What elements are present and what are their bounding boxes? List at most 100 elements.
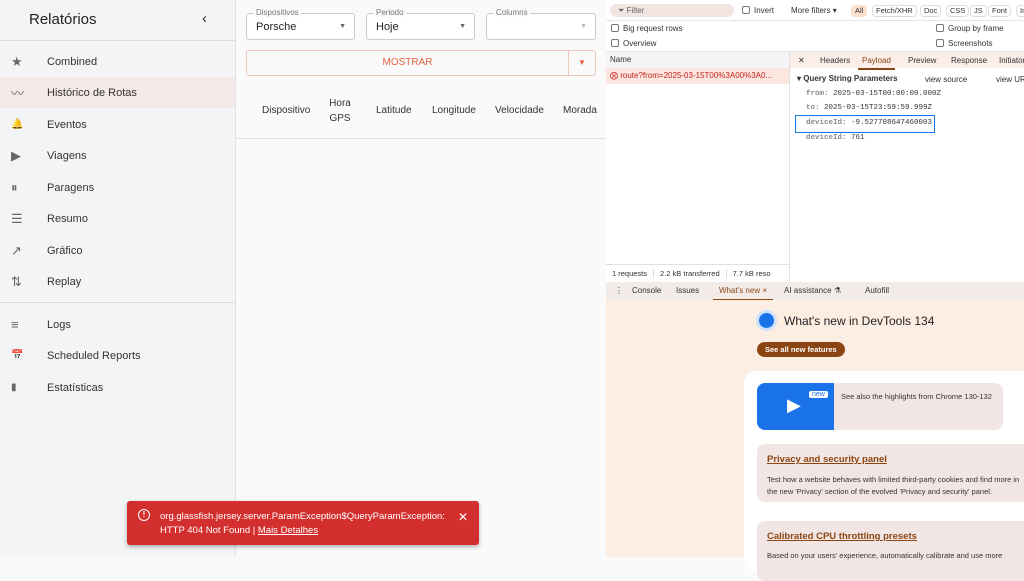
divider [0,302,236,303]
group-by-frame-checkbox[interactable]: Group by frame [936,24,1004,33]
tab-ai-assistance[interactable]: AI assistance ⚗ [784,286,841,295]
show-button-group: MOSTRAR ▼ [246,50,596,76]
collapse-icon[interactable]: ‹ [202,10,207,27]
list-icon: ☰ [11,210,23,226]
sidebar-item-historico-de-rotas[interactable]: 〰 Histórico de Rotas [0,77,235,108]
sidebar-item-estatisticas[interactable]: ▮ Estatísticas [0,372,235,403]
checkbox-label: Group by frame [948,24,1004,33]
tab-whats-new[interactable]: What's new × [713,286,774,301]
more-filters-dropdown[interactable]: More filters ▾ [791,6,837,15]
close-icon[interactable]: ✕ [798,56,805,65]
name-column-header[interactable]: Name [606,52,789,68]
overview-checkbox[interactable]: Overview [611,39,656,48]
transferred-size: 2.2 kB transferred [653,269,726,278]
invert-label: Invert [754,6,775,15]
type-filter-css[interactable]: CSS [946,5,970,17]
whats-new-title: What's new in DevTools 134 [784,314,935,328]
chrome-logo-icon [756,310,777,331]
error-icon: ! [138,509,150,521]
chevron-down-icon: ▼ [580,23,587,30]
whats-new-panel: What's new in DevTools 134 See all new f… [606,300,1024,581]
more-details-link[interactable]: Mais Detalhes [258,525,318,536]
see-all-features-button[interactable]: See all new features [757,342,845,357]
sidebar-item-replay[interactable]: ⇅ Replay [0,266,235,297]
replay-route-icon: ⇅ [11,273,22,289]
tab-issues[interactable]: Issues [676,286,699,295]
feature-description: Based on your users' experience, automat… [767,551,1003,560]
invert-checkbox[interactable]: Invert [742,6,774,15]
close-icon[interactable]: ✕ [458,510,468,524]
columns-select-label: Columns [494,8,530,17]
calendar-icon: 📅 [11,350,24,361]
feature-description: Test how a website behaves with limited … [767,475,1020,496]
column-header: Dispositivo [262,105,311,116]
tab-response[interactable]: Response [951,56,987,65]
sidebar-item-eventos[interactable]: 🔔 Eventos [0,109,235,140]
big-request-rows-checkbox[interactable]: Big request rows [611,24,683,33]
type-filter-all[interactable]: All [851,5,868,17]
type-filter-doc[interactable]: Doc [920,5,942,17]
show-options-dropdown[interactable]: ▼ [568,51,595,75]
feature-link[interactable]: Calibrated CPU throttling presets [767,531,917,542]
sidebar-item-combined[interactable]: ★ Combined [0,46,235,77]
tab-initiator[interactable]: Initiator [999,56,1024,65]
sidebar-item-logs[interactable]: ≡ Logs [0,309,235,340]
error-icon: ⨂ [610,71,621,80]
show-button[interactable]: MOSTRAR [247,51,568,75]
sidebar-item-label: Estatísticas [47,381,104,394]
sidebar-item-resumo[interactable]: ☰ Resumo [0,203,235,234]
filter-placeholder: Filter [626,6,645,15]
sidebar-item-viagens[interactable]: ▶ Viagens [0,140,235,171]
close-icon[interactable]: × [762,286,767,295]
param-key: to: [806,104,820,112]
feature-link[interactable]: Privacy and security panel [767,454,887,465]
column-header: Hora GPS [329,98,351,124]
video-thumbnail-icon: ▶ new [757,383,834,430]
sidebar-item-label: Eventos [47,118,87,131]
tab-preview[interactable]: Preview [908,56,936,65]
sidebar-item-grafico[interactable]: ↗ Gráfico [0,235,235,266]
view-url-link[interactable]: view URL [996,75,1024,84]
sidebar-item-scheduled-reports[interactable]: 📅 Scheduled Reports [0,340,235,371]
pause-circle-icon: ⏸ [11,179,18,195]
type-filter-js[interactable]: JS [970,5,987,17]
tab-console[interactable]: Console [632,286,661,295]
screenshots-checkbox[interactable]: Screenshots [936,39,992,48]
sidebar-item-label: Gráfico [47,244,83,257]
sidebar-item-label: Scheduled Reports [47,349,141,362]
device-select[interactable]: Dispositivos Porsche ▼ [246,8,355,40]
tab-headers[interactable]: Headers [820,56,850,65]
sidebar: Relatórios ‹ ★ Combined 〰 Histórico de Rot… [0,0,236,557]
tab-label: AI assistance [784,286,832,295]
error-message: org.glassfish.jersey.server.ParamExcepti… [160,510,450,538]
column-header: Latitude [376,105,412,116]
view-source-link[interactable]: view source [925,75,967,84]
type-filter-fetch[interactable]: Fetch/XHR [872,5,917,17]
alarm-bell-icon: 🔔 [11,119,24,130]
request-count: 1 requests [612,269,648,278]
type-filter-img[interactable]: Im [1016,5,1024,17]
logs-icon: ≡ [11,317,19,332]
checkbox-label: Overview [623,39,657,48]
tab-autofill[interactable]: Autofill [865,286,889,295]
sidebar-item-paragens[interactable]: ⏸ Paragens [0,172,235,203]
param-value: 761 [851,134,865,142]
columns-select[interactable]: Columns ▼ [486,8,596,40]
divider [236,138,606,139]
new-badge: new [809,391,828,398]
request-row[interactable]: ⨂ route?from=2025-03-15T00%3A00%3A0... [606,68,789,84]
chevron-down-icon: ▼ [339,23,346,30]
divider [0,40,236,41]
type-filter-font[interactable]: Font [988,5,1012,17]
filter-input[interactable]: ⏷ Filter [610,4,734,17]
param-key: deviceId: [806,134,847,142]
highlights-banner[interactable]: ▶ new See also the highlights from Chrome… [757,383,1003,430]
report-main: Dispositivos Porsche ▼ Periodo Hoje ▼ Column… [236,0,606,557]
period-select[interactable]: Periodo Hoje ▼ [366,8,475,40]
query-string-section[interactable]: ▾ Query String Parameters [797,74,898,83]
tab-payload[interactable]: Payload [858,56,895,70]
features-card: ▶ new See also the highlights from Chrome… [744,371,1024,581]
divider [606,20,1024,21]
drawer-menu-icon[interactable]: ⋮ [615,286,623,295]
device-select-value: Porsche [256,21,297,33]
